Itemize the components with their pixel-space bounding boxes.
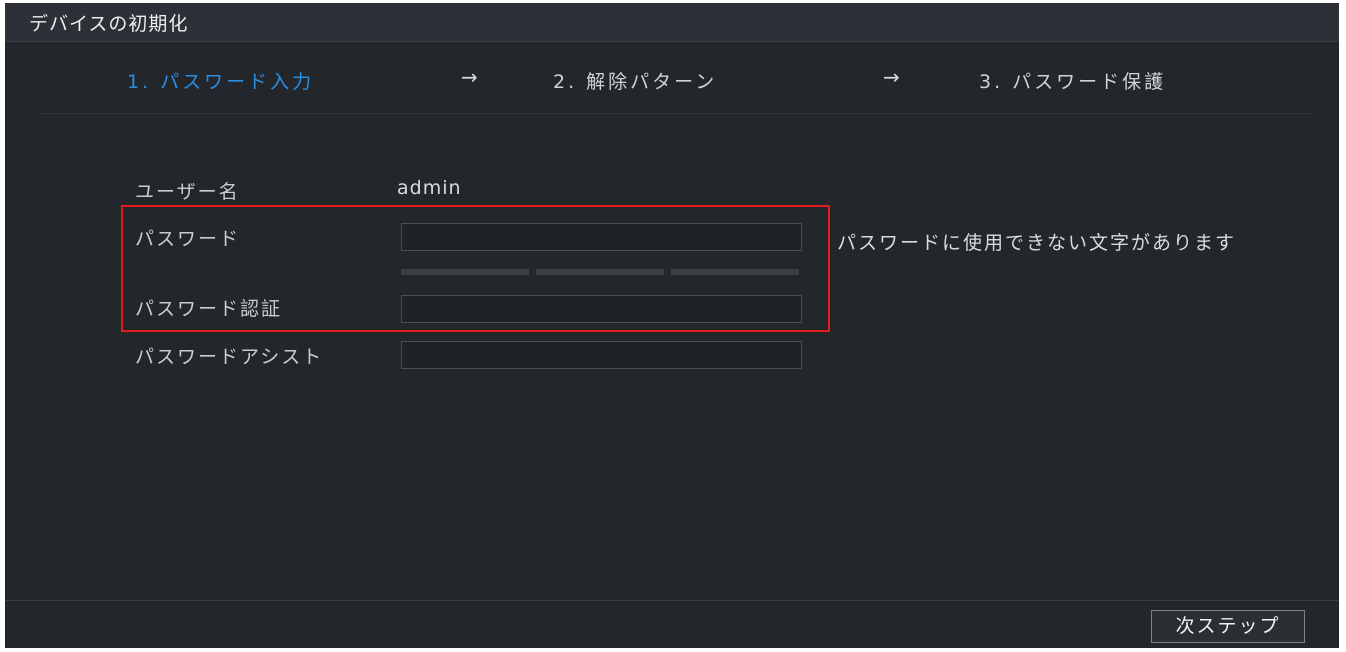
footer-divider (5, 600, 1339, 601)
username-label: ユーザー名 (135, 181, 240, 203)
password-hint-input[interactable] (401, 341, 802, 369)
window-title: デバイスの初期化 (29, 13, 189, 35)
password-error-message: パスワードに使用できない文字があります (837, 232, 1237, 254)
step-unlock-pattern: 2. 解除パターン (553, 71, 718, 93)
password-strength-segment (671, 269, 799, 275)
password-strength-segment (401, 269, 529, 275)
title-bar: デバイスの初期化 (5, 3, 1339, 42)
password-strength-segment (536, 269, 664, 275)
username-value: admin (397, 177, 462, 199)
arrow-right-icon: → (883, 65, 900, 89)
password-input[interactable] (401, 223, 802, 251)
device-init-window: デバイスの初期化 1. パスワード入力 → 2. 解除パターン → 3. パスワ… (5, 3, 1339, 648)
password-hint-label: パスワードアシスト (135, 346, 324, 368)
password-label: パスワード (135, 228, 241, 250)
steps-divider (39, 113, 1313, 114)
arrow-right-icon: → (461, 65, 478, 89)
confirm-password-label: パスワード認証 (135, 298, 283, 320)
next-step-button[interactable]: 次ステップ (1151, 610, 1305, 643)
confirm-password-input[interactable] (401, 295, 802, 323)
step-password-protection: 3. パスワード保護 (979, 71, 1167, 93)
step-password-input: 1. パスワード入力 (127, 71, 315, 93)
